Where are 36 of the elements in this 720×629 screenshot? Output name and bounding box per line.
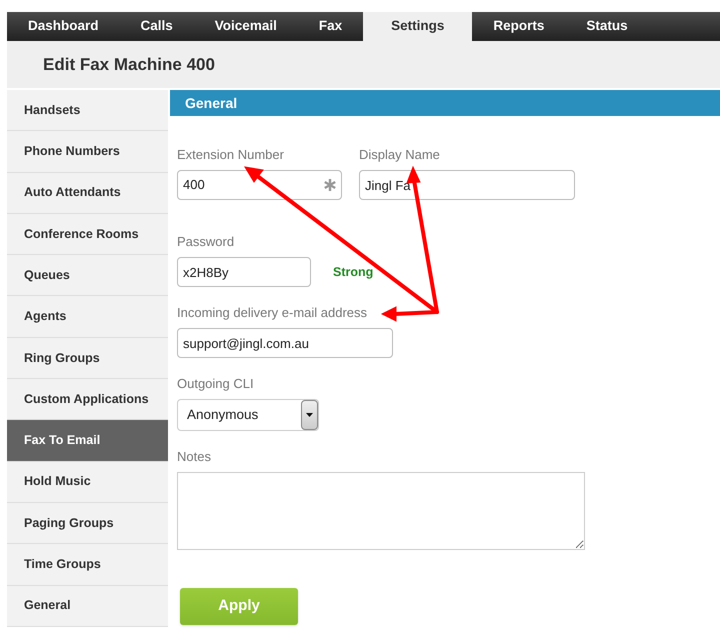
sidebar-item[interactable]: Queues bbox=[7, 255, 168, 296]
sidebar-item[interactable]: Fax To Email bbox=[7, 420, 168, 462]
field-label: Password bbox=[177, 235, 234, 248]
password-strength: Strong bbox=[333, 264, 374, 281]
section-title: General bbox=[185, 94, 238, 112]
sidebar-item[interactable]: Auto Attendants bbox=[7, 172, 168, 214]
sidebar-item[interactable]: Conference Rooms bbox=[7, 214, 168, 256]
sidebar-item[interactable]: General bbox=[7, 586, 168, 627]
sidebar-item[interactable]: Ring Groups bbox=[7, 338, 168, 380]
nav-tab[interactable]: Reports bbox=[472, 12, 566, 41]
nav-tab[interactable]: Voicemail bbox=[194, 12, 298, 41]
nav-tab[interactable]: Settings bbox=[363, 12, 472, 41]
nav-tab[interactable]: Status bbox=[565, 12, 649, 41]
sidebar-item[interactable]: Paging Groups bbox=[7, 502, 168, 544]
field-label: Extension Number bbox=[177, 148, 284, 161]
sidebar-item[interactable]: Agents bbox=[7, 296, 168, 338]
sidebar-item[interactable]: Time Groups bbox=[7, 544, 168, 586]
email-input[interactable]: support@jingl.com.au bbox=[177, 328, 393, 358]
sidebar-item[interactable]: Phone Numbers bbox=[7, 131, 168, 173]
field-label: Outgoing CLI bbox=[177, 377, 254, 390]
notes-textarea[interactable] bbox=[177, 472, 585, 550]
nav-tab[interactable]: Calls bbox=[120, 12, 194, 41]
field-label: Notes bbox=[177, 450, 211, 463]
sidebar-item[interactable]: Custom Applications bbox=[7, 379, 168, 420]
sidebar-item[interactable]: Hold Music bbox=[7, 462, 168, 503]
password-input[interactable]: x2H8By bbox=[177, 257, 311, 287]
dropdown-caret-icon bbox=[301, 400, 318, 430]
nav-tab[interactable]: Dashboard bbox=[7, 12, 120, 41]
field-label: Incoming delivery e-mail address bbox=[177, 306, 368, 319]
extension-input[interactable]: 400 bbox=[177, 170, 342, 200]
nav-tab[interactable]: Fax bbox=[298, 12, 364, 41]
outgoing-cli-select[interactable]: Anonymous bbox=[177, 399, 319, 431]
display-name-input[interactable]: Jingl Fa bbox=[359, 170, 575, 200]
page-title: Edit Fax Machine 400 bbox=[43, 54, 215, 76]
field-label: Display Name bbox=[359, 148, 440, 161]
sidebar-item[interactable]: Handsets bbox=[7, 90, 168, 132]
